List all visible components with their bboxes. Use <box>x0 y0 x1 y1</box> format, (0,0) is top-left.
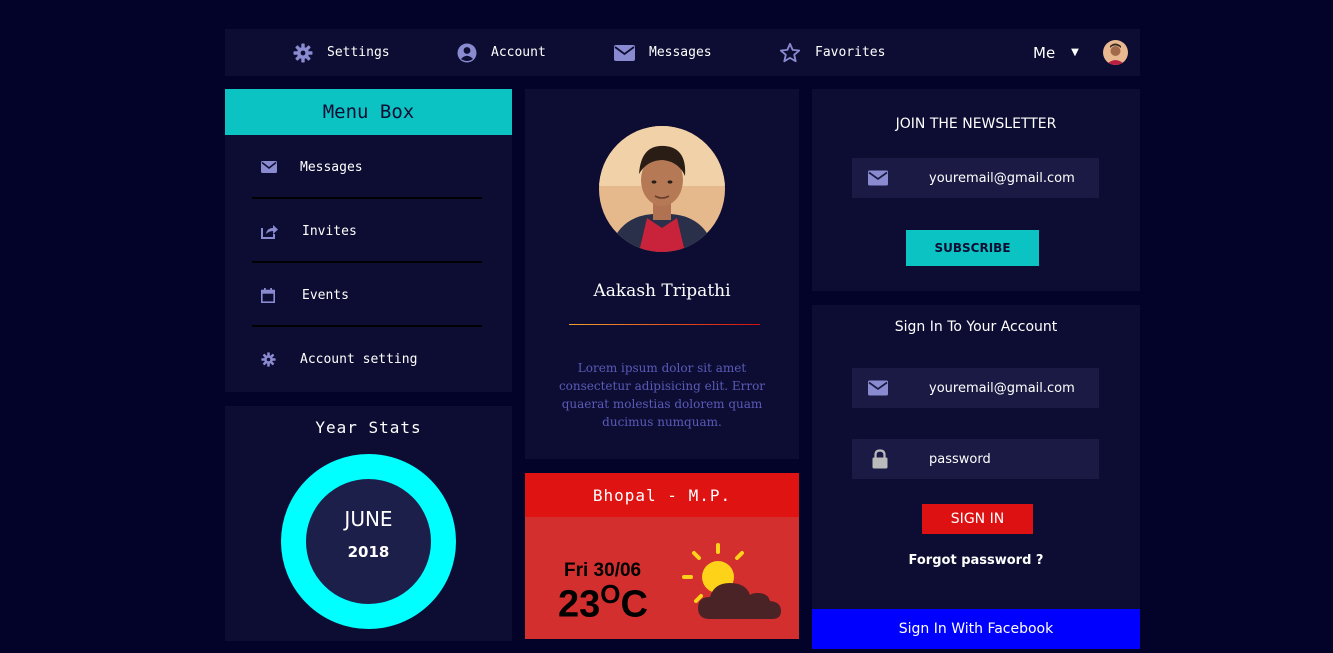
nav-account-label: Account <box>491 45 546 60</box>
menu-item-label: Account setting <box>300 351 418 367</box>
signin-password-value: password <box>929 451 991 467</box>
weather-temp-value: 23 <box>558 583 601 626</box>
nav-messages-label: Messages <box>649 45 712 60</box>
envelope-icon <box>868 380 888 396</box>
lock-icon <box>872 449 888 469</box>
nav-favorites-label: Favorites <box>815 45 886 60</box>
forgot-password-link[interactable]: Forgot password ? <box>812 553 1140 568</box>
profile-bio: Lorem ipsum dolor sit amet consectetur a… <box>558 361 766 429</box>
newsletter-email-value: youremail@gmail.com <box>929 170 1075 186</box>
signin-button[interactable]: SIGN IN <box>922 504 1033 534</box>
envelope-icon <box>261 161 291 173</box>
year-stats-card: Year Stats JUNE 2018 <box>225 406 512 641</box>
stats-year: 2018 <box>347 543 390 561</box>
avatar[interactable] <box>1103 40 1128 65</box>
profile-photo <box>599 126 725 252</box>
nav-favorites[interactable]: Favorites <box>779 29 885 76</box>
star-icon <box>779 42 801 64</box>
menu-item-label: Events <box>302 287 349 303</box>
profile-card: Aakash Tripathi Lorem ipsum dolor sit am… <box>525 89 799 459</box>
menu-item-invites[interactable]: Invites <box>252 199 482 263</box>
newsletter-title: JOIN THE NEWSLETTER <box>895 116 1057 132</box>
menu-box: Messages Invites Events Account setting <box>225 135 512 392</box>
facebook-signin-button[interactable]: Sign In With Facebook <box>812 609 1140 649</box>
nav-messages[interactable]: Messages <box>614 29 712 76</box>
nav-account[interactable]: Account <box>457 29 546 76</box>
user-menu-label: Me <box>1033 43 1056 62</box>
stats-ring <box>281 454 456 629</box>
calendar-icon <box>261 287 291 303</box>
menu-item-messages[interactable]: Messages <box>252 135 482 199</box>
profile-divider <box>569 324 760 325</box>
year-stats-title: Year Stats <box>315 418 422 437</box>
weather-temp-unit: C <box>620 583 648 626</box>
nav-settings[interactable]: Settings <box>293 29 390 76</box>
nav-settings-label: Settings <box>327 45 390 60</box>
top-nav: Settings Account Messages Favorites Me ▼ <box>225 29 1140 76</box>
caret-down-icon: ▼ <box>1071 47 1079 58</box>
signin-email-field[interactable]: youremail@gmail.com <box>852 368 1099 408</box>
profile-name: Aakash Tripathi <box>593 281 731 301</box>
envelope-icon <box>868 170 888 186</box>
partly-cloudy-icon <box>680 541 785 627</box>
user-menu[interactable]: Me ▼ <box>1033 29 1079 76</box>
gear-icon <box>293 43 313 63</box>
share-icon <box>261 224 291 239</box>
newsletter-card: JOIN THE NEWSLETTER youremail@gmail.com … <box>812 89 1140 291</box>
weather-city: Bhopal - M.P. <box>525 473 799 517</box>
signin-password-field[interactable]: password <box>852 439 1099 479</box>
weather-card: Fri 30/06 23OC <box>525 517 799 639</box>
signin-card: Sign In To Your Account youremail@gmail.… <box>812 305 1140 610</box>
user-circle-icon <box>457 43 477 63</box>
menu-item-account-setting[interactable]: Account setting <box>252 327 482 391</box>
menu-item-events[interactable]: Events <box>252 263 482 327</box>
weather-temp-degree: O <box>600 579 621 609</box>
stats-month: JUNE <box>344 507 393 531</box>
newsletter-email-field[interactable]: youremail@gmail.com <box>852 158 1099 198</box>
menu-item-label: Invites <box>302 223 357 239</box>
envelope-icon <box>614 44 635 61</box>
menu-box-title: Menu Box <box>225 89 512 135</box>
signin-email-value: youremail@gmail.com <box>929 380 1075 396</box>
gear-icon <box>261 351 291 367</box>
signin-title: Sign In To Your Account <box>894 319 1058 335</box>
subscribe-button[interactable]: SUBSCRIBE <box>906 230 1039 266</box>
weather-temp: 23OC <box>558 579 648 627</box>
menu-item-label: Messages <box>300 159 363 175</box>
